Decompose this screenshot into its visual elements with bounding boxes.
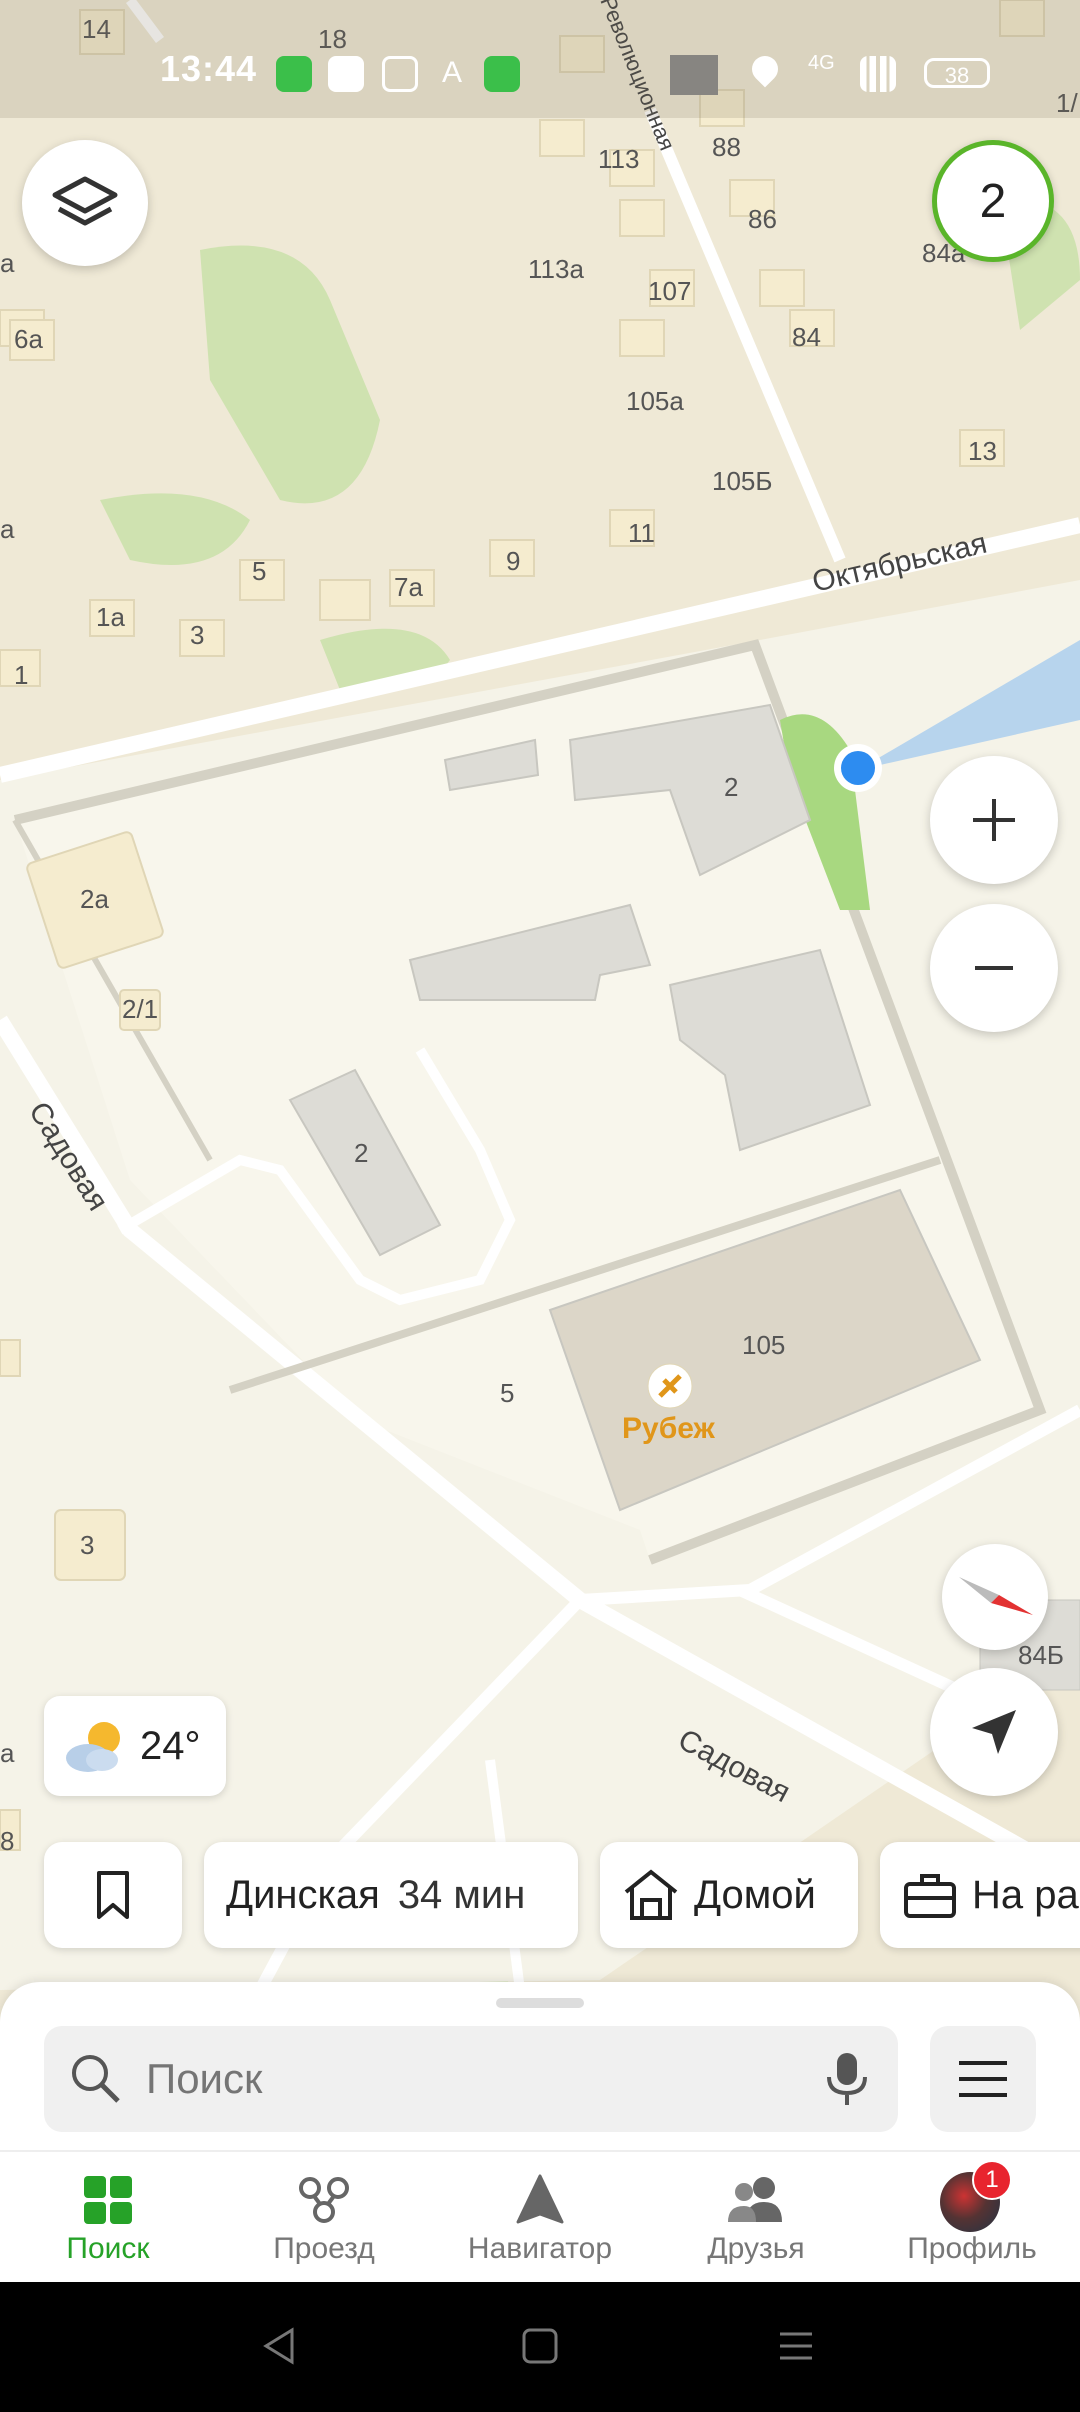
nav-search[interactable]: Поиск	[0, 2170, 216, 2282]
nav-profile-label: Профиль	[907, 2232, 1037, 2265]
house-113: 113	[598, 144, 639, 174]
house-84b: 84Б	[1018, 1640, 1064, 1670]
nav-search-label: Поиск	[66, 2232, 150, 2265]
quick-routes: Динская 34 мин Домой На ра	[0, 1842, 1080, 1948]
app-icon	[328, 56, 364, 92]
house-a-edge3: а	[0, 1738, 15, 1768]
house-86: 86	[748, 204, 777, 234]
house-84: 84	[792, 322, 821, 352]
house-2a: 2а	[80, 884, 109, 914]
transit-icon	[299, 2177, 349, 2223]
house-7a: 7а	[394, 572, 423, 602]
nav-profile[interactable]: 1 Профиль	[864, 2160, 1080, 2282]
house-13: 13	[968, 436, 997, 466]
house-105: 105	[742, 1330, 785, 1360]
house-3-lower: 3	[80, 1530, 94, 1560]
house-3: 3	[190, 620, 204, 650]
zoom-in-button[interactable]	[930, 756, 1058, 884]
divider	[0, 2150, 1080, 2152]
house-6a: 6а	[14, 324, 43, 354]
minus-icon	[975, 966, 1013, 970]
weather-widget[interactable]: 24°	[44, 1696, 226, 1796]
network-type: 4G	[808, 52, 835, 74]
phone-icon	[484, 56, 520, 92]
status-time: 13:44	[160, 48, 258, 89]
house-a-edge2: а	[0, 514, 15, 544]
house-a-edge1: а	[0, 248, 15, 278]
house-107: 107	[648, 276, 691, 306]
route-home-chip[interactable]: Домой	[600, 1842, 858, 1948]
location-icon	[746, 50, 784, 88]
compass-icon	[959, 1577, 1033, 1615]
house-1a: 1а	[96, 602, 125, 632]
briefcase-icon	[904, 1874, 956, 1918]
navigation-arrow-icon	[972, 1710, 1016, 1754]
nav-friends[interactable]: Друзья	[648, 2170, 864, 2282]
house-88: 88	[712, 132, 741, 162]
home-icon	[624, 1869, 678, 1920]
house-105b: 105Б	[712, 466, 772, 496]
home-square-icon[interactable]	[520, 2326, 560, 2366]
menu-button[interactable]	[930, 2026, 1036, 2132]
bottom-nav: Поиск Проезд Навигатор Друзья 1 Профиль	[0, 2160, 1080, 2282]
search-bar[interactable]	[44, 2026, 898, 2132]
house-11: 11	[628, 518, 655, 548]
house-2-main: 2	[724, 772, 738, 802]
recents-icon[interactable]	[776, 2326, 816, 2366]
system-nav-bar	[0, 2282, 1080, 2412]
bookmark-icon	[97, 1871, 129, 1919]
house-9: 9	[506, 546, 520, 576]
search-input[interactable]	[144, 2054, 748, 2104]
route-home-label: Домой	[694, 1872, 816, 1917]
profile-badge: 1	[972, 2160, 1012, 2200]
box-icon	[382, 56, 418, 92]
zoom-out-button[interactable]	[930, 904, 1058, 1032]
microphone-icon[interactable]	[822, 2049, 872, 2109]
nav-friends-label: Друзья	[707, 2232, 805, 2265]
friends-icon	[728, 2177, 782, 2222]
bookmarks-chip[interactable]	[44, 1842, 182, 1948]
signal-icon	[860, 56, 896, 92]
house-1: 1	[14, 660, 28, 690]
font-icon: A	[441, 56, 462, 89]
search-icon	[72, 2055, 120, 2103]
back-icon[interactable]	[260, 2326, 300, 2366]
hamburger-icon	[959, 2061, 1007, 2097]
layers-button[interactable]	[22, 140, 148, 266]
route-work-label: На ра	[972, 1872, 1079, 1917]
house-2-small: 2	[354, 1138, 368, 1168]
messages-icon	[276, 56, 312, 92]
partly-cloudy-icon	[66, 1722, 120, 1772]
navigator-icon	[516, 2174, 564, 2224]
route-dinskaya-chip[interactable]: Динская 34 мин	[204, 1842, 578, 1948]
route-work-chip[interactable]: На ра	[880, 1842, 1080, 1948]
house-113a: 113а	[528, 254, 584, 284]
nav-transit-label: Проезд	[273, 2232, 375, 2265]
status-bar: 13:44 A 4G 38	[0, 0, 1080, 118]
plus-icon	[973, 799, 1015, 841]
layer-counter[interactable]: 2	[932, 140, 1054, 262]
my-location-button[interactable]	[930, 1668, 1058, 1796]
layers-icon	[52, 176, 118, 226]
grid-icon	[84, 2176, 132, 2224]
house-5: 5	[252, 556, 266, 586]
nav-transit[interactable]: Проезд	[216, 2170, 432, 2282]
poi-rubezh-label: Рубеж	[622, 1412, 716, 1445]
sheet-handle[interactable]	[496, 1998, 584, 2008]
nav-navigator[interactable]: Навигатор	[432, 2170, 648, 2282]
route-dinskaya-name: Динская	[226, 1872, 380, 1917]
house-5-yard: 5	[500, 1378, 514, 1408]
battery-indicator: 38	[924, 58, 990, 88]
compass-button[interactable]	[942, 1544, 1048, 1650]
house-2-1: 2/1	[122, 994, 158, 1024]
house-105a: 105а	[626, 386, 684, 416]
route-dinskaya-time: 34 мин	[397, 1872, 526, 1917]
nav-navigator-label: Навигатор	[467, 2232, 613, 2265]
weather-temp: 24°	[140, 1723, 201, 1768]
